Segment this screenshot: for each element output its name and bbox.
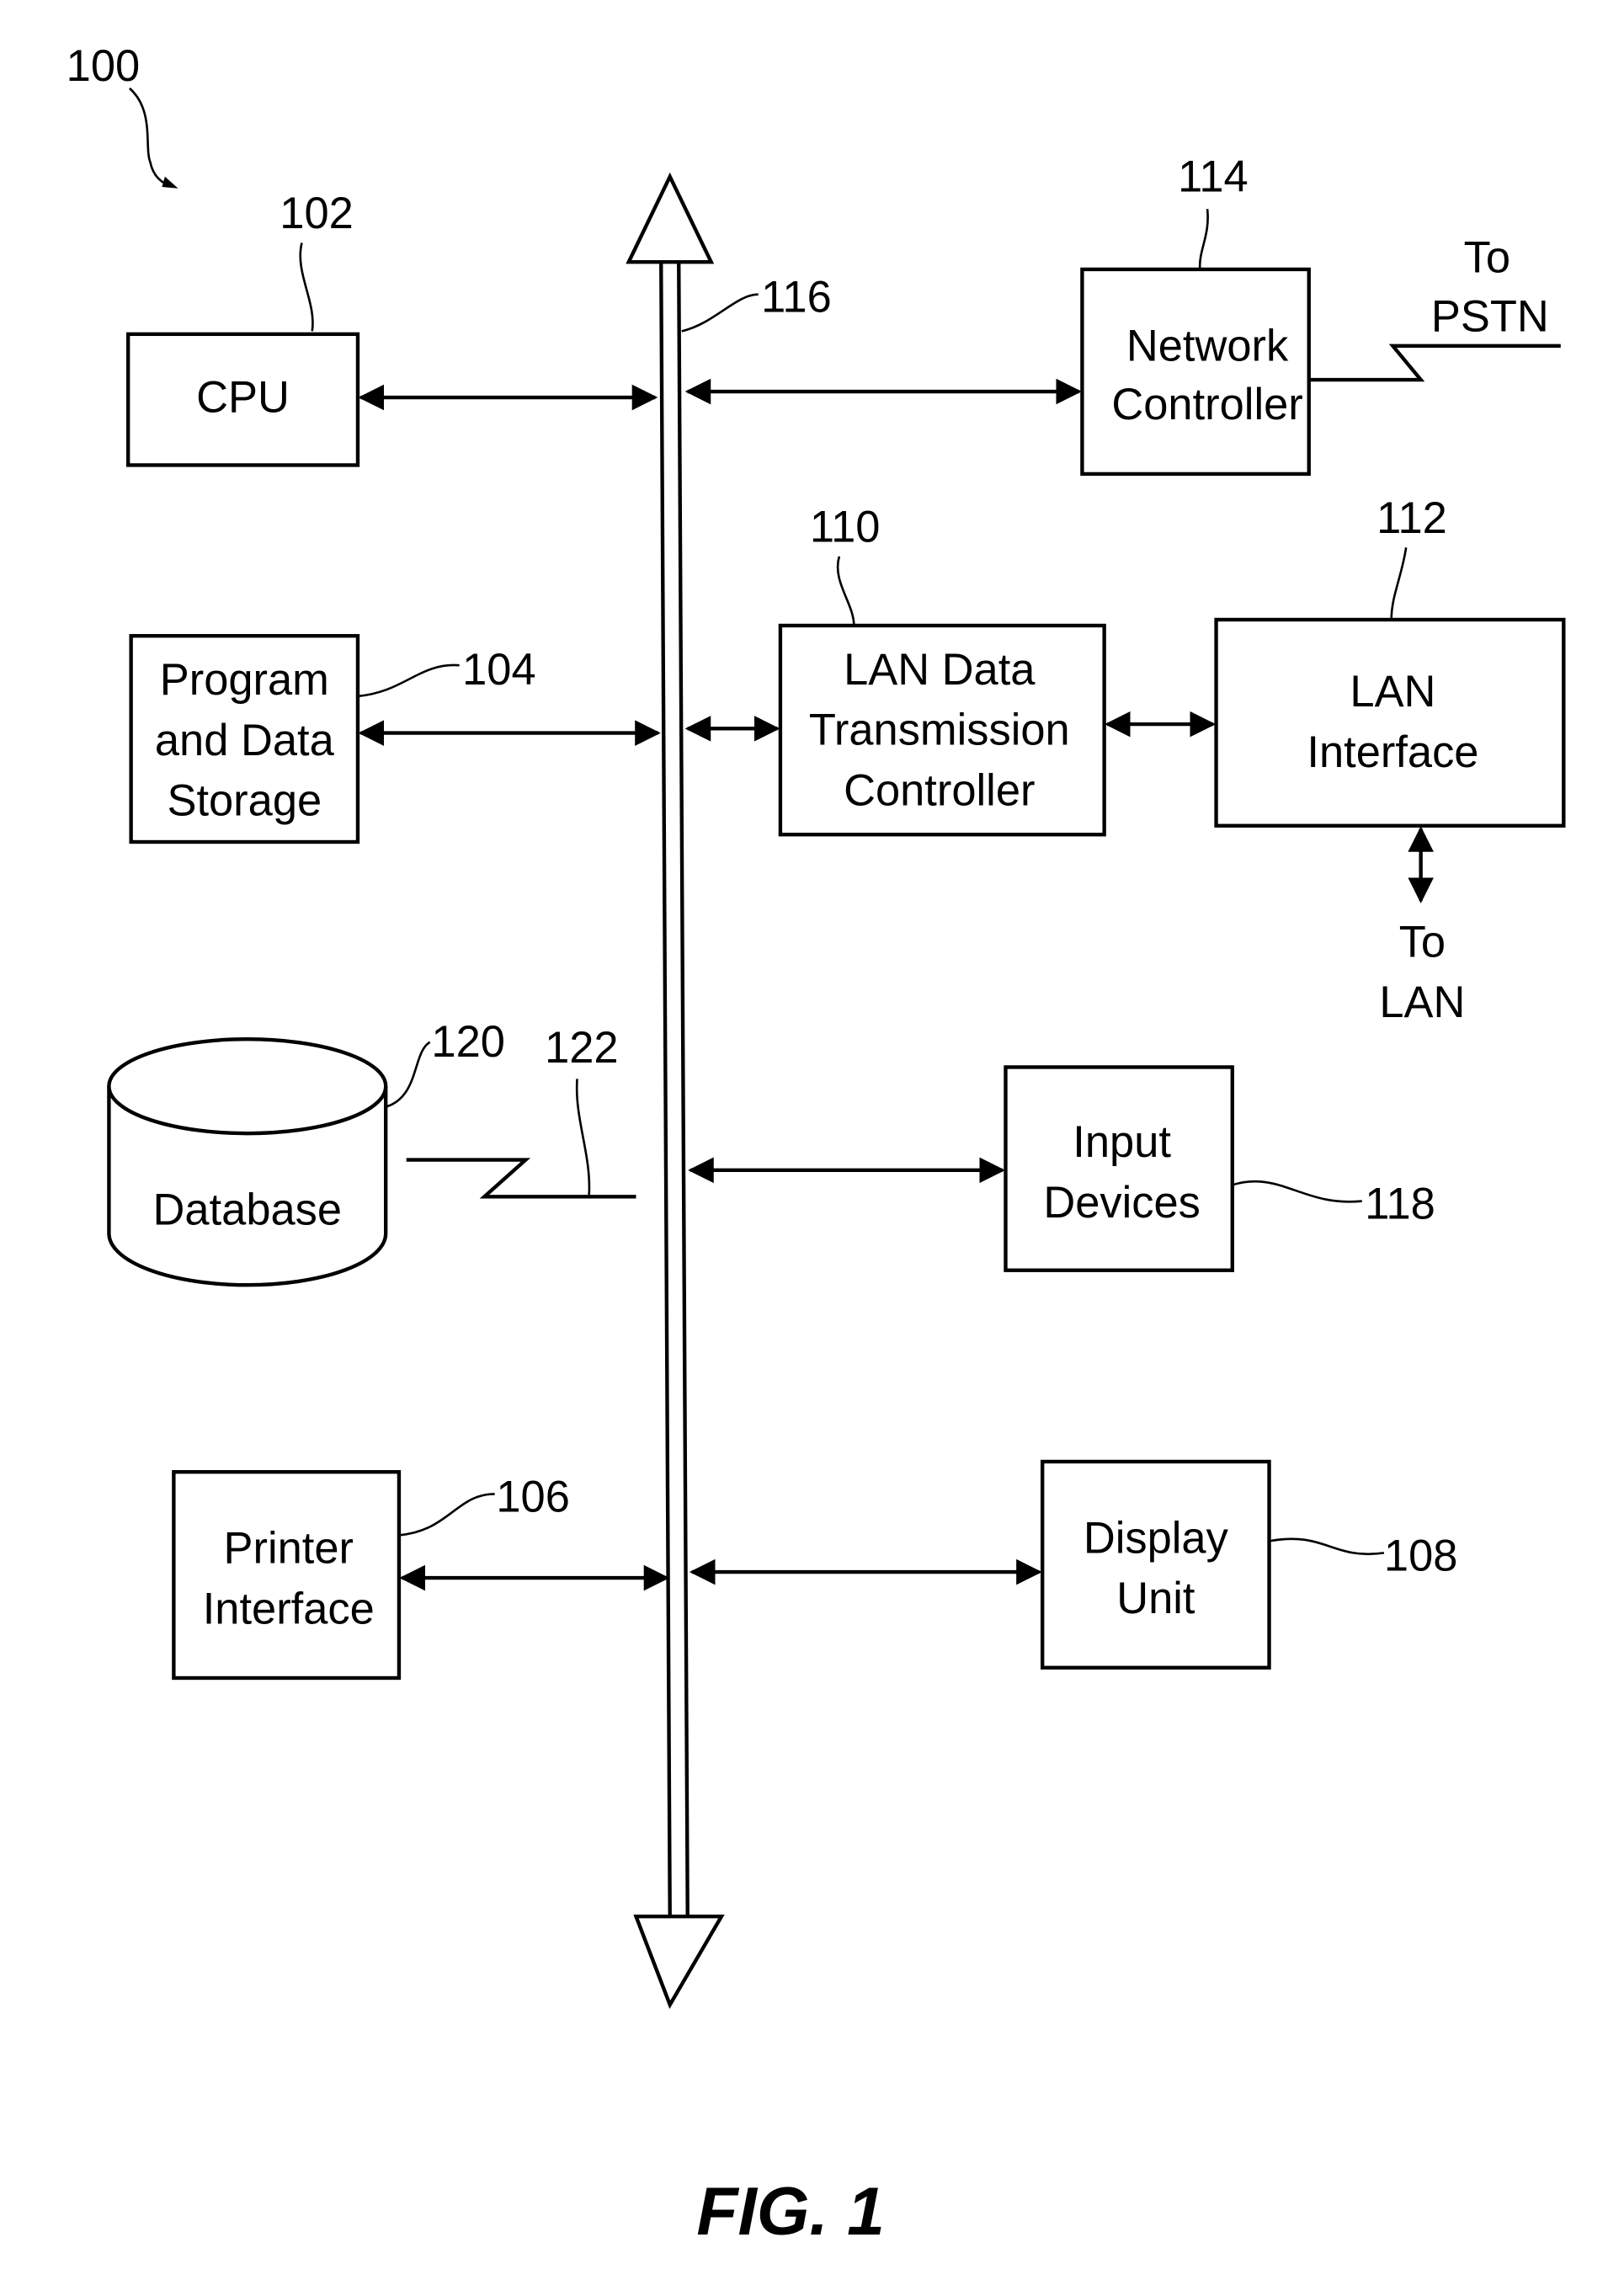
ref-122: 122 xyxy=(545,1024,619,1073)
figure-caption: FIG. 1 xyxy=(696,2174,884,2250)
ref-108: 108 xyxy=(1384,1532,1458,1580)
ref-106-leader xyxy=(398,1493,495,1537)
system-block-diagram: 100 116 CPU 102 Network Controller 114 T… xyxy=(67,42,1566,2250)
lan-controller-label-3: Controller xyxy=(844,766,1035,815)
lan-label-2: LAN xyxy=(1379,978,1465,1027)
lan-interface-block xyxy=(1214,617,1566,828)
storage-label-2: and Data xyxy=(155,716,335,765)
ref-114: 114 xyxy=(1178,152,1249,201)
lan-interface-label-2: Interface xyxy=(1307,728,1478,777)
pstn-label-2: PSTN xyxy=(1431,292,1549,341)
ref-106: 106 xyxy=(496,1473,570,1521)
display-label-1: Display xyxy=(1084,1514,1229,1563)
bus-bottom-arrow-icon xyxy=(633,1915,725,2010)
ref-108-leader xyxy=(1269,1537,1385,1555)
ref-102-leader xyxy=(299,242,314,332)
display-label-2: Unit xyxy=(1116,1574,1195,1623)
lan-controller-label-1: LAN Data xyxy=(844,646,1036,695)
ref-110: 110 xyxy=(810,503,881,551)
input-devices-block xyxy=(1004,1065,1234,1272)
printer-label-1: Printer xyxy=(224,1525,354,1574)
ref-120-leader xyxy=(385,1041,431,1108)
ref-104: 104 xyxy=(462,646,536,695)
ref-102: 102 xyxy=(280,189,354,238)
network-controller-label-1: Network xyxy=(1126,322,1289,370)
network-controller-block xyxy=(1080,267,1311,477)
ref-114-leader xyxy=(1198,209,1209,270)
ref-120: 120 xyxy=(431,1018,505,1067)
input-devices-label-1: Input xyxy=(1073,1118,1171,1167)
ref-118-leader xyxy=(1232,1180,1362,1203)
ref-100: 100 xyxy=(67,42,141,91)
lan-interface-label-1: LAN xyxy=(1350,668,1435,716)
display-unit-block xyxy=(1041,1459,1271,1670)
storage-label-1: Program xyxy=(160,656,329,705)
cpu-label: CPU xyxy=(196,374,290,423)
ref-118: 118 xyxy=(1365,1180,1435,1229)
storage-label-3: Storage xyxy=(167,777,322,826)
bus-left-rail xyxy=(659,262,672,1917)
pstn-label-1: To xyxy=(1464,233,1510,282)
ref-100-leader xyxy=(129,87,174,189)
bus-top-arrow-icon xyxy=(626,172,715,264)
ref-104-leader xyxy=(357,663,460,698)
database-label: Database xyxy=(153,1186,343,1235)
database-link xyxy=(406,1158,636,1199)
ref-100-arrowhead-icon xyxy=(162,176,178,189)
system-bus xyxy=(626,172,725,2010)
bus-right-rail xyxy=(677,262,690,1917)
pstn-link xyxy=(1308,344,1561,382)
lan-controller-label-2: Transmission xyxy=(809,706,1070,755)
printer-label-2: Interface xyxy=(203,1585,375,1633)
database-cylinder xyxy=(107,1037,388,1287)
ref-116: 116 xyxy=(761,274,832,322)
lan-label-1: To xyxy=(1399,918,1446,967)
ref-110-leader xyxy=(836,556,855,626)
ref-116-leader xyxy=(681,293,759,333)
ref-112: 112 xyxy=(1376,494,1447,543)
ref-112-leader xyxy=(1390,547,1408,621)
printer-interface-block xyxy=(172,1470,402,1681)
input-devices-label-2: Devices xyxy=(1043,1179,1201,1228)
network-controller-label-2: Controller xyxy=(1111,381,1302,429)
ref-122-leader xyxy=(575,1079,591,1197)
